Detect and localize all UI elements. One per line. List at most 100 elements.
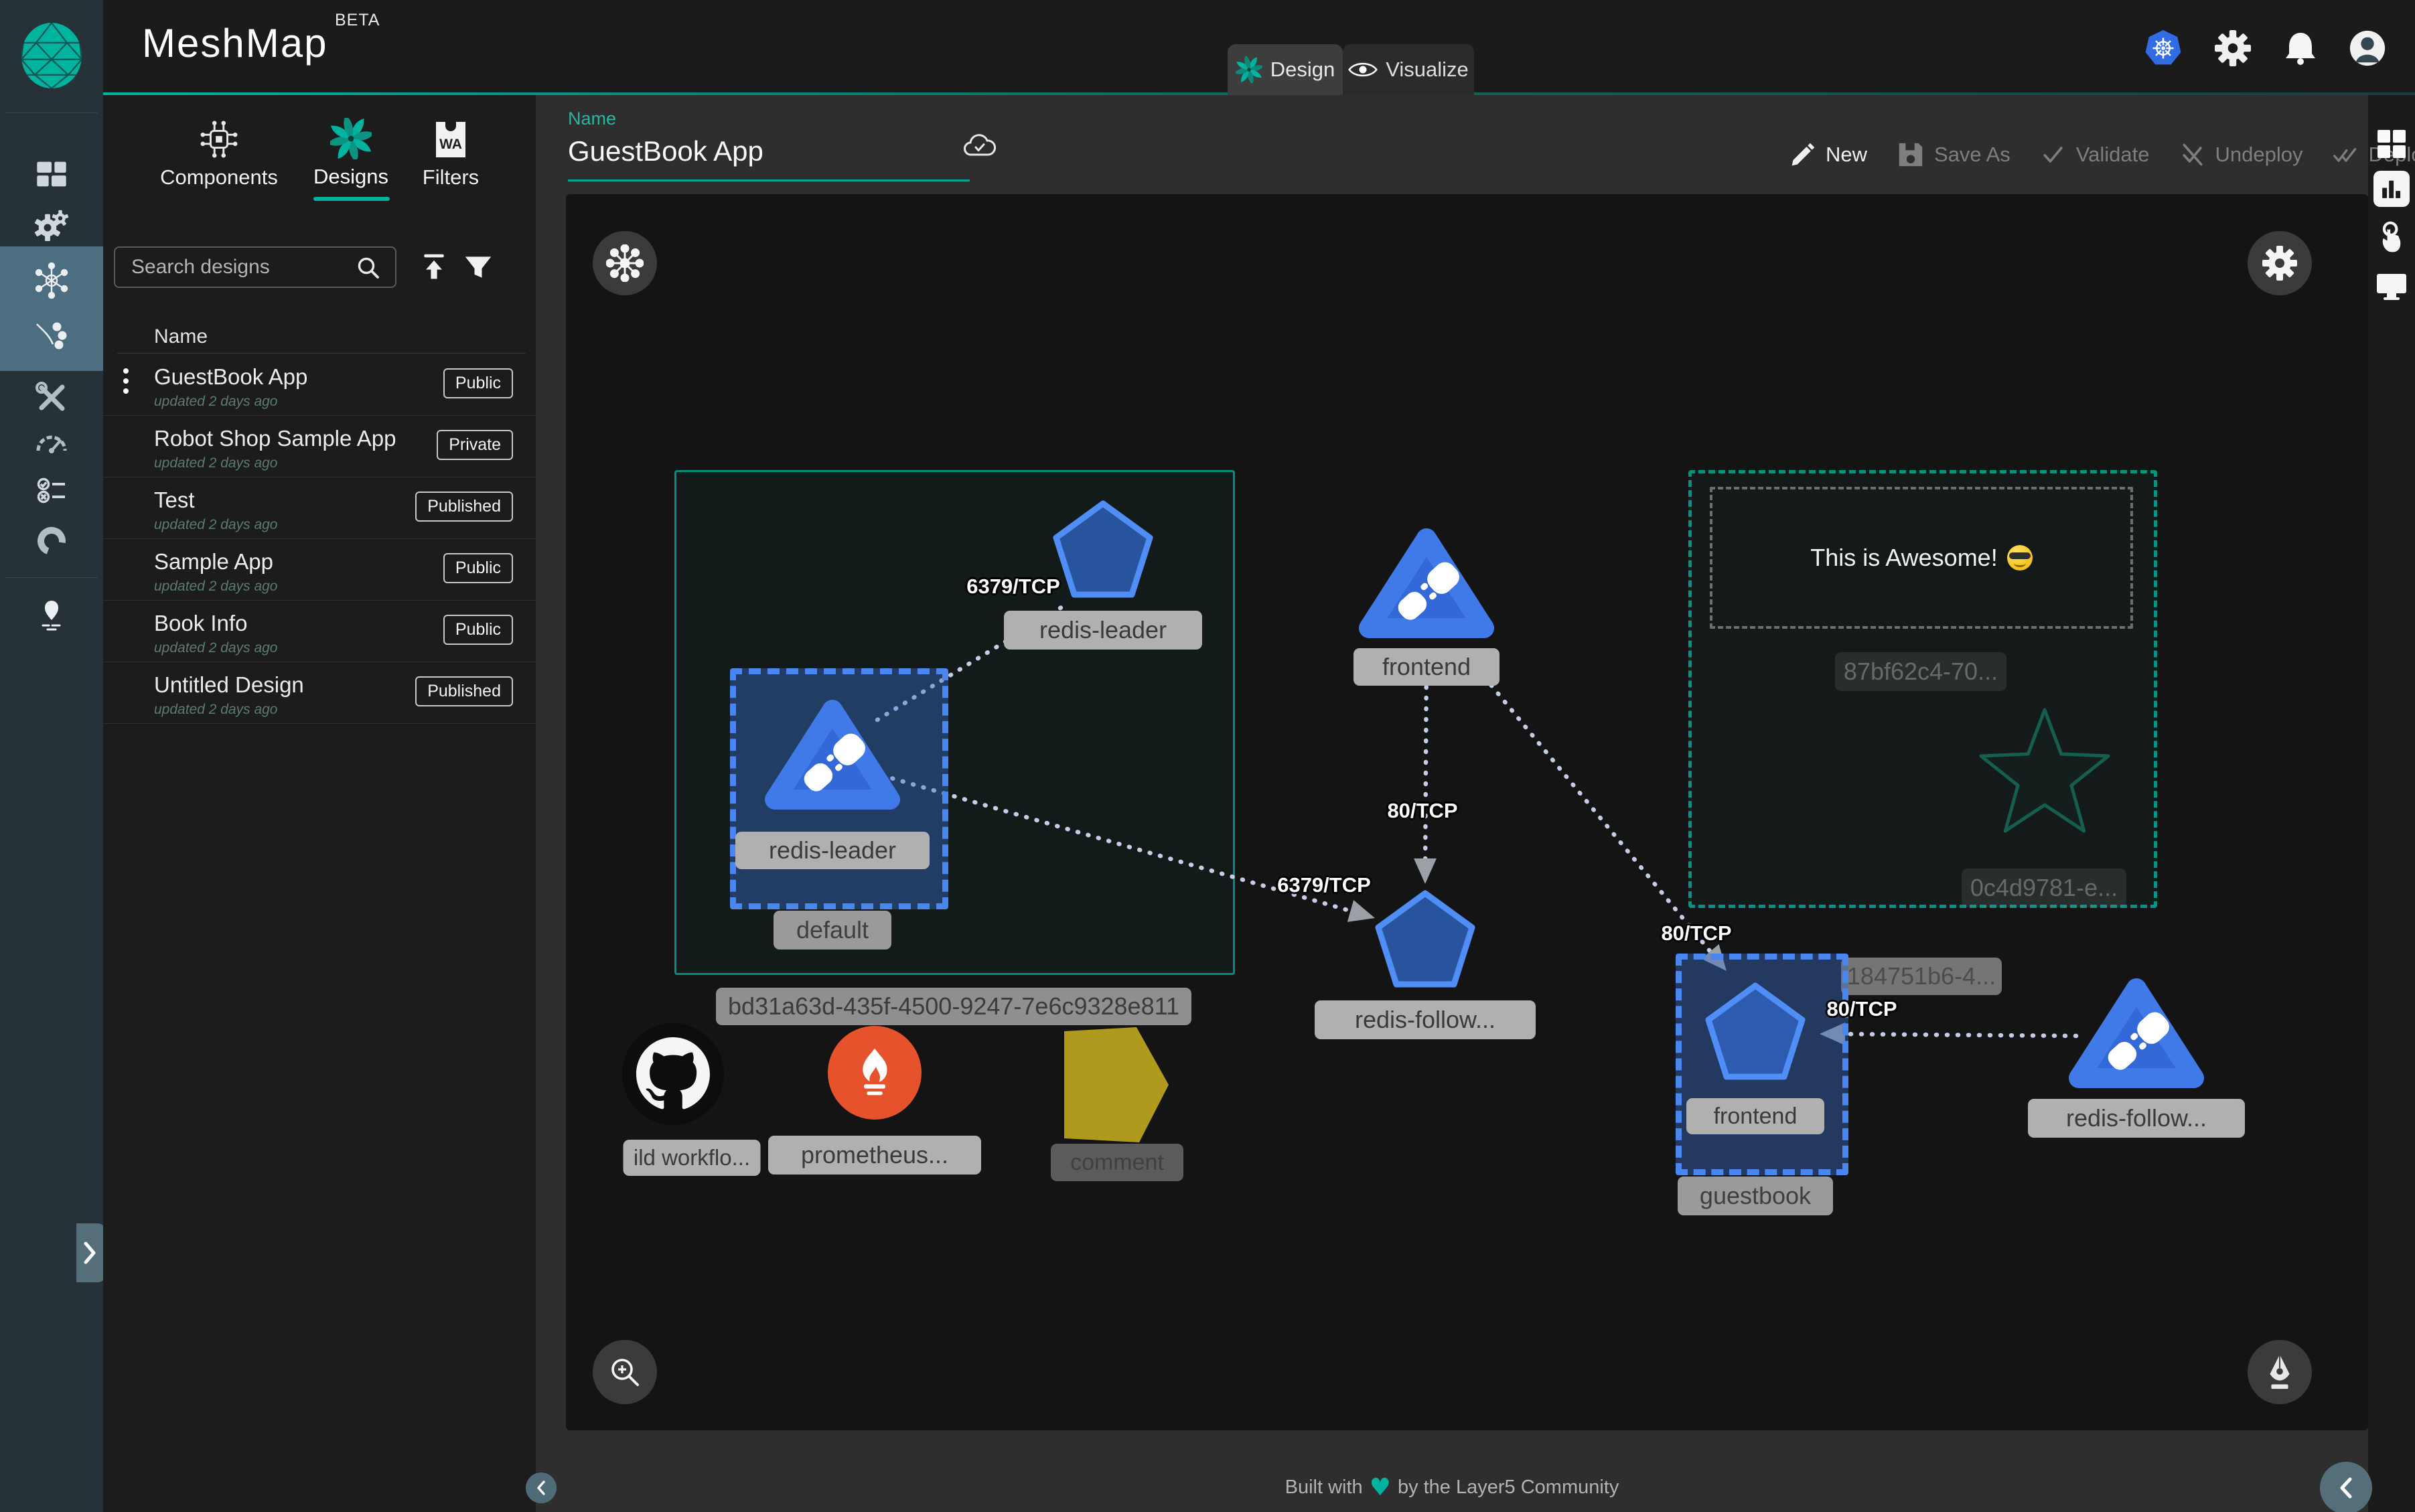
sidebar-item-meshmap[interactable] <box>0 255 103 306</box>
lifecycle-gears-icon <box>33 209 70 241</box>
mesh-ring-icon <box>34 524 69 558</box>
kubernetes-icon[interactable] <box>2144 29 2183 68</box>
visibility-badge[interactable]: Private <box>437 430 513 460</box>
tab-filters[interactable]: WA Filters <box>406 111 496 198</box>
design-name[interactable]: Robot Shop Sample App <box>154 426 396 451</box>
tab-design[interactable]: Design <box>1228 44 1343 95</box>
node-service-redis-follower[interactable] <box>1368 887 1482 994</box>
double-check-icon <box>2332 141 2359 168</box>
sidebar-expand-handle[interactable] <box>76 1223 106 1282</box>
check-icon <box>2040 141 2067 168</box>
visibility-badge[interactable]: Public <box>443 368 513 398</box>
node-comment-shape[interactable] <box>1063 1027 1170 1142</box>
node-label: redis-follow... <box>1315 1000 1536 1039</box>
list-header-name: Name <box>154 325 208 348</box>
sidebar-item-performance[interactable] <box>0 419 103 469</box>
edge-redisfollower-frontend[interactable] <box>1826 1034 2076 1036</box>
sidebar-item-services[interactable] <box>0 309 103 360</box>
pen-tool-button[interactable] <box>2248 1340 2312 1404</box>
design-updated: updated 2 days ago <box>154 517 278 533</box>
node-connection-redis-follower[interactable] <box>2059 966 2213 1103</box>
design-row[interactable]: Robot Shop Sample App updated 2 days ago… <box>103 415 536 477</box>
zoom-in-button[interactable] <box>593 1340 657 1404</box>
collapse-panel-button-left[interactable] <box>526 1472 557 1503</box>
chevron-right-icon <box>86 1243 94 1262</box>
tab-components[interactable]: Components <box>159 111 279 198</box>
performance-gauge-icon <box>33 428 70 460</box>
notifications-bell-icon[interactable] <box>2283 30 2318 65</box>
design-name[interactable]: GuestBook App <box>154 364 307 390</box>
chip-icon <box>200 120 238 159</box>
bar-chart-button[interactable] <box>2373 171 2410 207</box>
sidebar-item-toolkit[interactable] <box>0 372 103 423</box>
canvas-settings-button[interactable] <box>2248 231 2312 295</box>
design-name-field[interactable]: GuestBook App <box>568 135 763 167</box>
validate-button[interactable]: Validate <box>2040 141 2150 168</box>
footer-bar: Built with ♥ by the Layer5 Community <box>536 1463 2368 1512</box>
touch-icon[interactable] <box>2375 220 2408 254</box>
design-row[interactable]: Book Info updated 2 days ago Public <box>103 600 536 662</box>
collapse-panel-button-right[interactable] <box>2320 1462 2372 1512</box>
node-connection-frontend[interactable] <box>1349 516 1504 653</box>
node-label: frontend <box>1353 648 1499 686</box>
meshmap-sphere-logo[interactable] <box>19 19 84 92</box>
sidebar-item-lifecycle[interactable] <box>0 200 103 250</box>
design-row[interactable]: Sample App updated 2 days ago Public <box>103 538 536 601</box>
sidebar-divider-2 <box>5 577 98 578</box>
sidebar-item-dashboard[interactable] <box>0 149 103 200</box>
dashboard-icon <box>34 159 69 190</box>
design-row[interactable]: Test updated 2 days ago Published <box>103 477 536 539</box>
design-name[interactable]: Untitled Design <box>154 672 304 698</box>
design-name[interactable]: Sample App <box>154 549 273 575</box>
account-avatar-icon[interactable] <box>2348 29 2387 68</box>
monitor-icon[interactable] <box>2375 271 2408 301</box>
publish-upload-icon[interactable] <box>419 252 449 282</box>
conformance-checklist-icon <box>34 473 69 507</box>
toolkit-icon <box>34 380 69 415</box>
design-name[interactable]: Book Info <box>154 611 247 636</box>
visibility-badge[interactable]: Published <box>415 492 513 522</box>
save-as-button[interactable]: Save As <box>1897 141 2010 169</box>
undeploy-button[interactable]: Undeploy <box>2179 141 2303 168</box>
beta-badge: BETA <box>335 11 380 30</box>
design-name-label: Name <box>568 108 616 129</box>
sidebar-item-environment[interactable] <box>0 589 103 640</box>
visibility-badge[interactable]: Public <box>443 615 513 645</box>
design-name-underline <box>568 179 970 181</box>
visibility-badge[interactable]: Public <box>443 553 513 583</box>
tab-visualize-label: Visualize <box>1386 58 1469 82</box>
kebab-menu-icon[interactable] <box>123 368 129 394</box>
chevron-left-icon <box>538 1482 544 1494</box>
edge-frontend-redisfollower[interactable] <box>1425 655 1426 876</box>
edge-frontend-guestbook[interactable] <box>1464 652 1722 966</box>
node-prometheus[interactable] <box>828 1026 922 1120</box>
pencil-icon <box>1789 141 1816 168</box>
design-actions-toolbar: New Save As Validate Undeploy Deploy <box>1789 135 2415 174</box>
validate-button-label: Validate <box>2076 143 2150 167</box>
meshmap-app: MeshMap BETA Design Visualize <box>0 0 2415 1512</box>
footer-text-prefix: Built with <box>1285 1477 1363 1499</box>
design-row[interactable]: Untitled Design updated 2 days ago Publi… <box>103 662 536 724</box>
new-button[interactable]: New <box>1789 141 1867 168</box>
node-service-redis-leader[interactable] <box>1046 497 1160 604</box>
tab-visualize[interactable]: Visualize <box>1343 44 1474 95</box>
node-connection-redis-leader[interactable] <box>755 687 909 824</box>
grid-icon[interactable] <box>2376 129 2407 159</box>
settings-gear-icon[interactable] <box>2215 30 2251 66</box>
search-icon[interactable] <box>354 253 383 283</box>
mesh-hub-button[interactable] <box>593 231 657 295</box>
design-row[interactable]: GuestBook App updated 2 days ago Public <box>103 354 536 416</box>
sidebar-item-conformance[interactable] <box>0 465 103 516</box>
group-default-label: default <box>774 911 891 950</box>
visibility-badge[interactable]: Published <box>415 676 513 706</box>
zoom-in-icon <box>607 1354 643 1390</box>
node-service-frontend[interactable] <box>1698 979 1812 1086</box>
design-name[interactable]: Test <box>154 487 195 513</box>
filter-funnel-icon[interactable] <box>463 252 493 282</box>
node-github-workflow[interactable] <box>622 1023 724 1125</box>
sidebar-item-adapters[interactable] <box>0 516 103 566</box>
tab-designs[interactable]: Designs <box>297 110 405 197</box>
prometheus-icon <box>846 1044 903 1102</box>
design-updated: updated 2 days ago <box>154 455 278 471</box>
meshery-spiral-icon <box>330 118 372 159</box>
